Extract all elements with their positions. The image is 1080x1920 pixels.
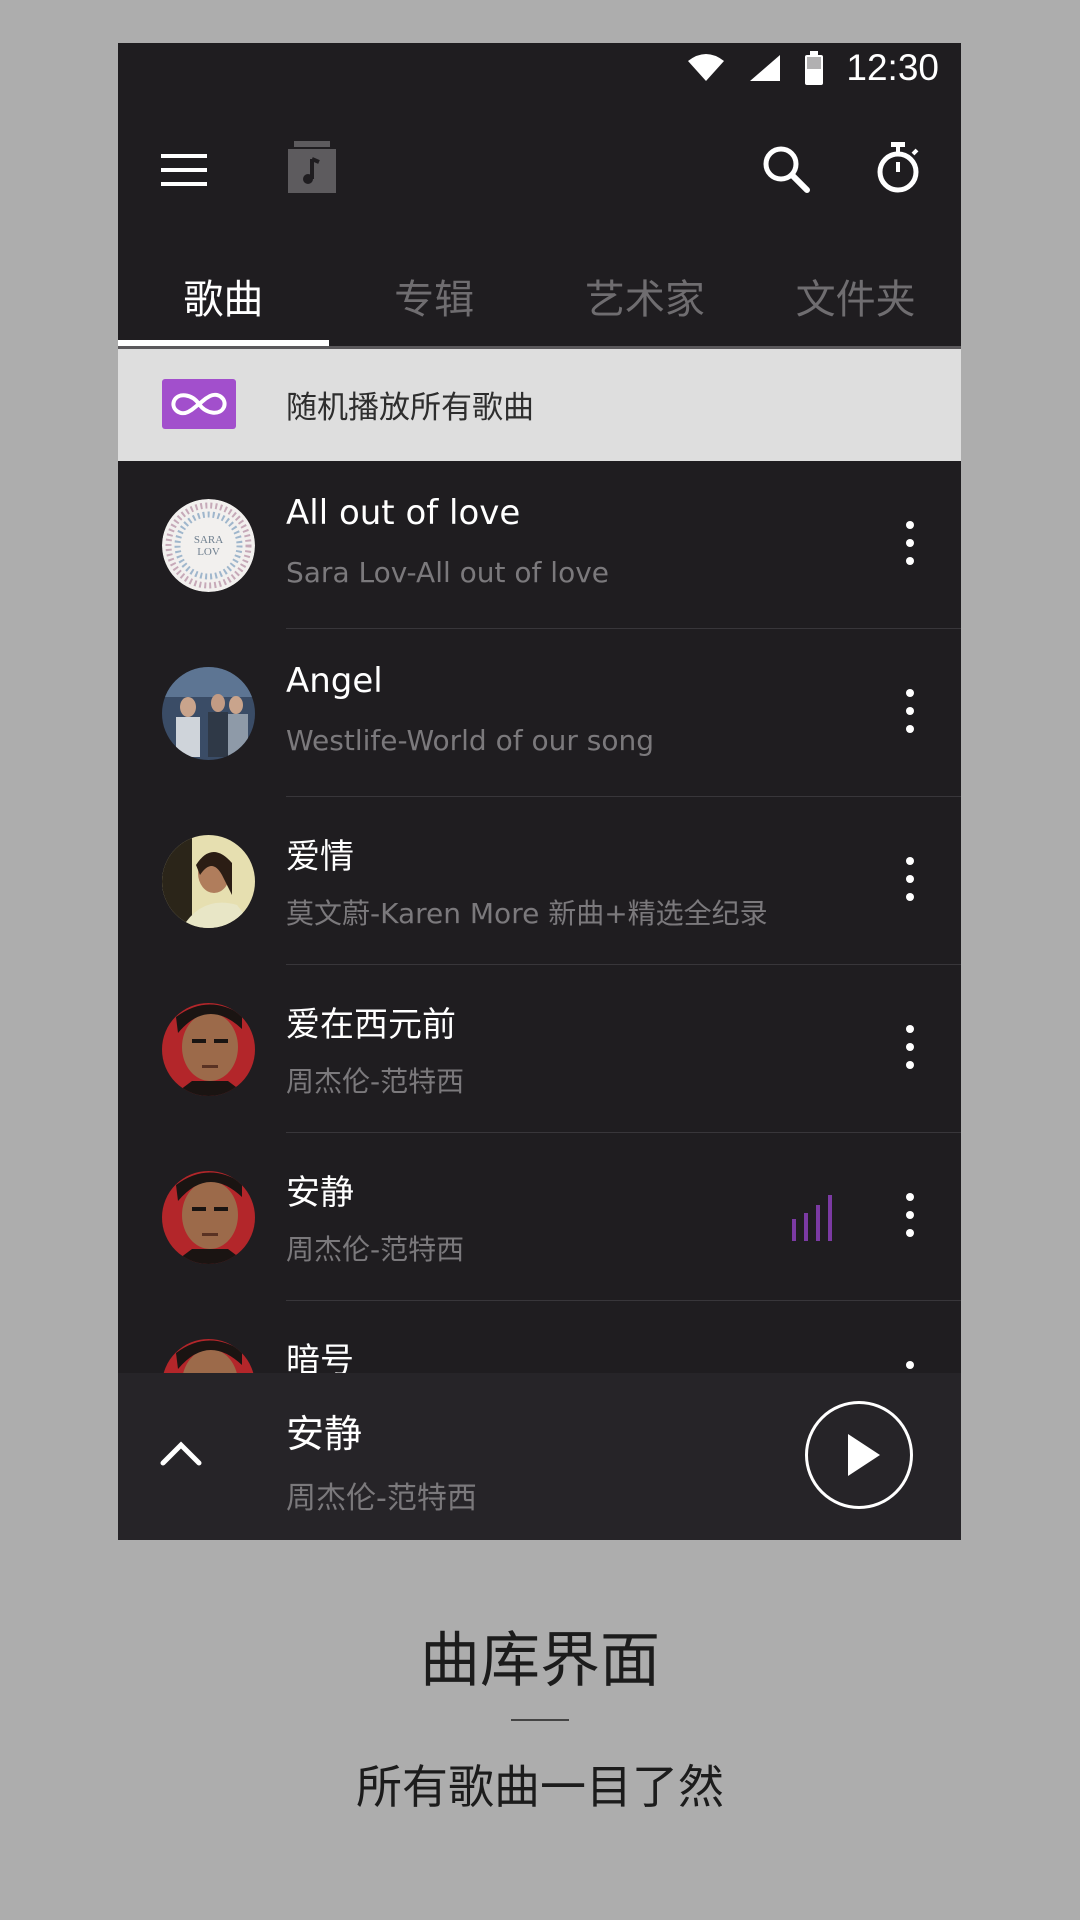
- song-title: 爱在西元前: [286, 1005, 456, 1045]
- song-title: 爱情: [286, 837, 354, 877]
- tab-albums[interactable]: 专辑: [329, 243, 540, 348]
- now-playing-subtitle: 周杰伦-范特西: [286, 1481, 477, 1516]
- tab-songs[interactable]: 歌曲: [118, 243, 329, 348]
- song-row[interactable]: 爱在西元前 周杰伦-范特西: [118, 965, 961, 1133]
- more-options-icon[interactable]: [900, 1025, 920, 1073]
- tab-artists[interactable]: 艺术家: [540, 243, 751, 348]
- song-row-playing[interactable]: 安静 周杰伦-范特西: [118, 1133, 961, 1301]
- tab-folders[interactable]: 文件夹: [750, 243, 961, 348]
- song-title: 安静: [286, 1173, 354, 1213]
- wifi-icon: [688, 54, 725, 81]
- album-art: [162, 835, 255, 928]
- svg-text:SARA: SARA: [194, 534, 223, 546]
- signal-icon: [750, 55, 781, 81]
- shuffle-all-button[interactable]: 随机播放所有歌曲: [118, 349, 961, 461]
- menu-icon[interactable]: [158, 145, 210, 195]
- song-subtitle: Sara Lov-All out of love: [286, 556, 610, 589]
- album-art: SARA LOV: [162, 499, 255, 592]
- song-subtitle: 周杰伦-范特西: [286, 1065, 465, 1098]
- song-row[interactable]: SARA LOV All out of love Sara Lov-All ou…: [118, 461, 961, 629]
- battery-icon: [805, 51, 824, 85]
- song-list[interactable]: SARA LOV All out of love Sara Lov-All ou…: [118, 461, 961, 1373]
- song-title: All out of love: [286, 493, 521, 533]
- now-playing-title: 安静: [286, 1412, 363, 1456]
- status-time: 12:30: [846, 47, 939, 88]
- album-art: [162, 1339, 255, 1373]
- timer-icon[interactable]: [870, 139, 926, 197]
- now-playing-bar[interactable]: 安静 周杰伦-范特西: [118, 1373, 961, 1540]
- search-icon[interactable]: [758, 141, 814, 197]
- album-art: [162, 1171, 255, 1264]
- more-options-icon[interactable]: [900, 689, 920, 737]
- song-subtitle: Westlife-World of our song: [286, 724, 655, 757]
- music-library-icon[interactable]: [286, 139, 338, 195]
- shuffle-infinity-icon: [162, 379, 236, 429]
- toolbar: [118, 125, 961, 215]
- caption-divider: [511, 1719, 569, 1721]
- caption-subtitle: 所有歌曲一目了然: [356, 1760, 724, 1814]
- album-art: [162, 1003, 255, 1096]
- play-icon: [848, 1434, 880, 1476]
- equalizer-playing-icon: [792, 1195, 832, 1241]
- svg-text:LOV: LOV: [197, 546, 220, 558]
- caption-title: 曲库界面: [420, 1626, 660, 1696]
- status-bar: 12:30: [118, 43, 961, 93]
- song-title: 暗号: [286, 1341, 354, 1373]
- more-options-icon[interactable]: [900, 1361, 920, 1373]
- song-row[interactable]: Angel Westlife-World of our song: [118, 629, 961, 797]
- more-options-icon[interactable]: [900, 521, 920, 569]
- song-row[interactable]: 爱情 莫文蔚-Karen More 新曲+精选全纪录: [118, 797, 961, 965]
- play-button[interactable]: [805, 1401, 913, 1509]
- song-subtitle: 周杰伦-范特西: [286, 1233, 465, 1266]
- shuffle-all-label: 随机播放所有歌曲: [286, 390, 534, 426]
- song-row[interactable]: 暗号: [118, 1301, 961, 1373]
- more-options-icon[interactable]: [900, 857, 920, 905]
- chevron-up-icon[interactable]: [158, 1431, 204, 1477]
- phone-screen: 12:30 歌曲 专辑 艺术家 文件夹 随机播放所有歌曲 SARA LOV Al…: [118, 43, 961, 1540]
- tab-bar: 歌曲 专辑 艺术家 文件夹: [118, 243, 961, 348]
- song-subtitle: 莫文蔚-Karen More 新曲+精选全纪录: [286, 897, 768, 930]
- album-art: [162, 667, 255, 760]
- more-options-icon[interactable]: [900, 1193, 920, 1241]
- song-title: Angel: [286, 661, 383, 701]
